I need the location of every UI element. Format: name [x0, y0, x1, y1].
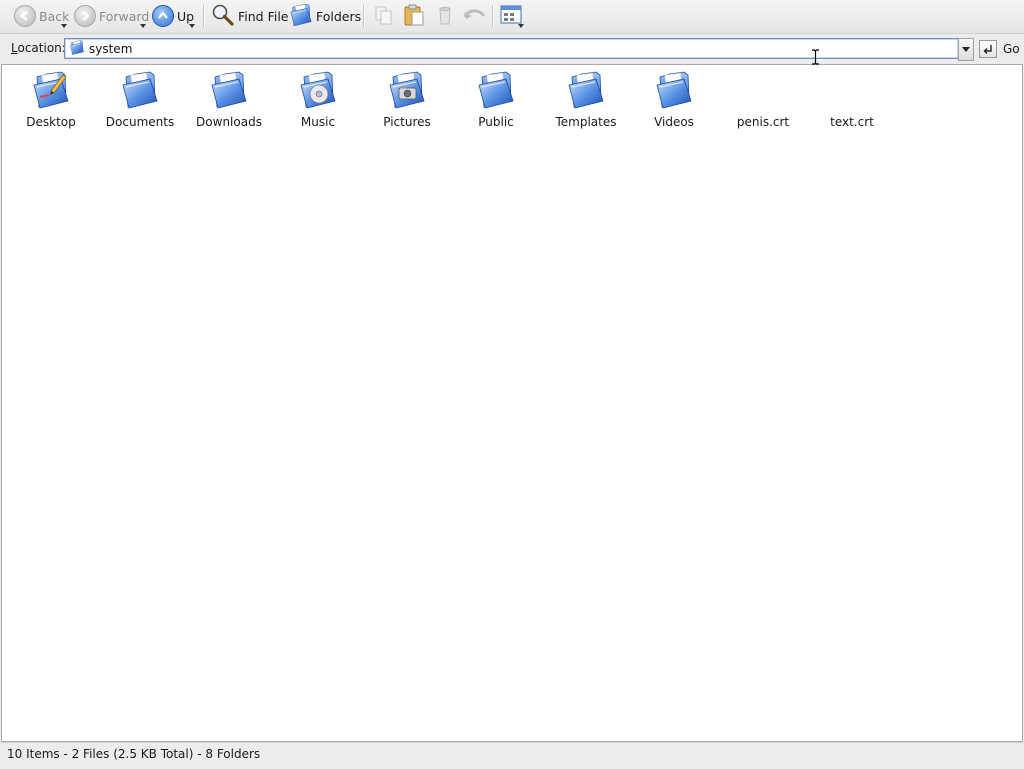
item-label: Public	[478, 115, 514, 129]
go-label: Go	[1003, 41, 1020, 56]
folder-icon	[476, 71, 516, 109]
location-label: Location:	[11, 41, 66, 55]
folders-icon	[289, 3, 313, 30]
list-item-public[interactable]: Public	[453, 71, 539, 129]
item-label: Templates	[555, 115, 617, 129]
status-text: 10 Items - 2 Files (2.5 KB Total) - 8 Fo…	[7, 747, 261, 761]
undo-icon	[462, 5, 488, 28]
item-label: Documents	[105, 115, 175, 129]
back-history-dropdown-icon[interactable]	[61, 24, 67, 28]
file-icon	[743, 71, 783, 109]
forward-label: Forward	[99, 8, 150, 24]
location-history-dropdown[interactable]	[958, 38, 974, 61]
copy-button[interactable]	[373, 3, 395, 29]
item-label: Downloads	[196, 115, 262, 129]
status-bar: 10 Items - 2 Files (2.5 KB Total) - 8 Fo…	[0, 742, 1024, 769]
chevron-down-icon	[962, 47, 970, 52]
location-field[interactable]	[64, 38, 959, 59]
enter-arrow-icon	[979, 39, 997, 58]
folder-icon	[566, 71, 606, 109]
find-file-button[interactable]: Find File	[211, 3, 289, 29]
list-item-file[interactable]: penis.crt	[720, 71, 806, 129]
forward-button[interactable]: Forward	[74, 3, 149, 29]
item-label: text.crt	[830, 115, 874, 129]
folder-icon	[209, 71, 249, 109]
pictures-folder-icon	[387, 71, 427, 109]
folder-icon	[120, 71, 160, 109]
music-folder-icon	[298, 71, 338, 109]
magnifier-icon	[211, 3, 235, 30]
file-icon-view[interactable]: Desktop Documents Downloads Music Pictur…	[1, 64, 1023, 742]
list-item-videos[interactable]: Videos	[631, 71, 717, 129]
item-label: Music	[300, 115, 336, 129]
list-item-downloads[interactable]: Downloads	[186, 71, 272, 129]
up-label: Up	[177, 8, 195, 24]
list-item-desktop[interactable]: Desktop	[8, 71, 94, 129]
toolbar-separator	[203, 5, 205, 27]
undo-button[interactable]	[462, 3, 488, 29]
up-button[interactable]: Up	[152, 3, 194, 29]
item-label: penis.crt	[736, 115, 790, 129]
paste-icon	[402, 3, 426, 30]
back-arrow-icon	[14, 5, 36, 27]
main-toolbar: Back Forward Up Find File Folders	[0, 0, 1024, 34]
toolbar-separator	[363, 5, 365, 27]
up-dropdown-icon[interactable]	[189, 24, 195, 28]
list-item-templates[interactable]: Templates	[543, 71, 629, 129]
folder-icon	[654, 71, 694, 109]
back-label: Back	[39, 8, 70, 24]
paste-button[interactable]	[402, 3, 426, 29]
list-item-pictures[interactable]: Pictures	[364, 71, 450, 129]
go-button[interactable]: Go	[979, 38, 1020, 59]
view-mode-dropdown-icon[interactable]	[518, 24, 524, 28]
item-label: Desktop	[26, 115, 76, 129]
folder-icon	[69, 40, 85, 58]
file-icon	[832, 71, 872, 109]
find-file-label: Find File	[238, 8, 289, 24]
location-input[interactable]	[89, 41, 929, 56]
item-label: Videos	[654, 115, 694, 129]
text-cursor-icon	[812, 49, 819, 65]
copy-icon	[373, 4, 395, 29]
folders-label: Folders	[316, 8, 362, 24]
up-arrow-icon	[152, 5, 174, 27]
delete-icon	[435, 4, 455, 29]
forward-history-dropdown-icon[interactable]	[140, 24, 146, 28]
location-bar: Location: Go	[0, 34, 1024, 63]
forward-arrow-icon	[74, 5, 96, 27]
delete-button[interactable]	[435, 3, 455, 29]
list-item-music[interactable]: Music	[275, 71, 361, 129]
list-item-file[interactable]: text.crt	[809, 71, 895, 129]
toolbar-separator	[492, 5, 494, 27]
folders-button[interactable]: Folders	[289, 3, 361, 29]
desktop-folder-icon	[31, 71, 71, 109]
item-label: Pictures	[383, 115, 431, 129]
list-item-documents[interactable]: Documents	[97, 71, 183, 129]
